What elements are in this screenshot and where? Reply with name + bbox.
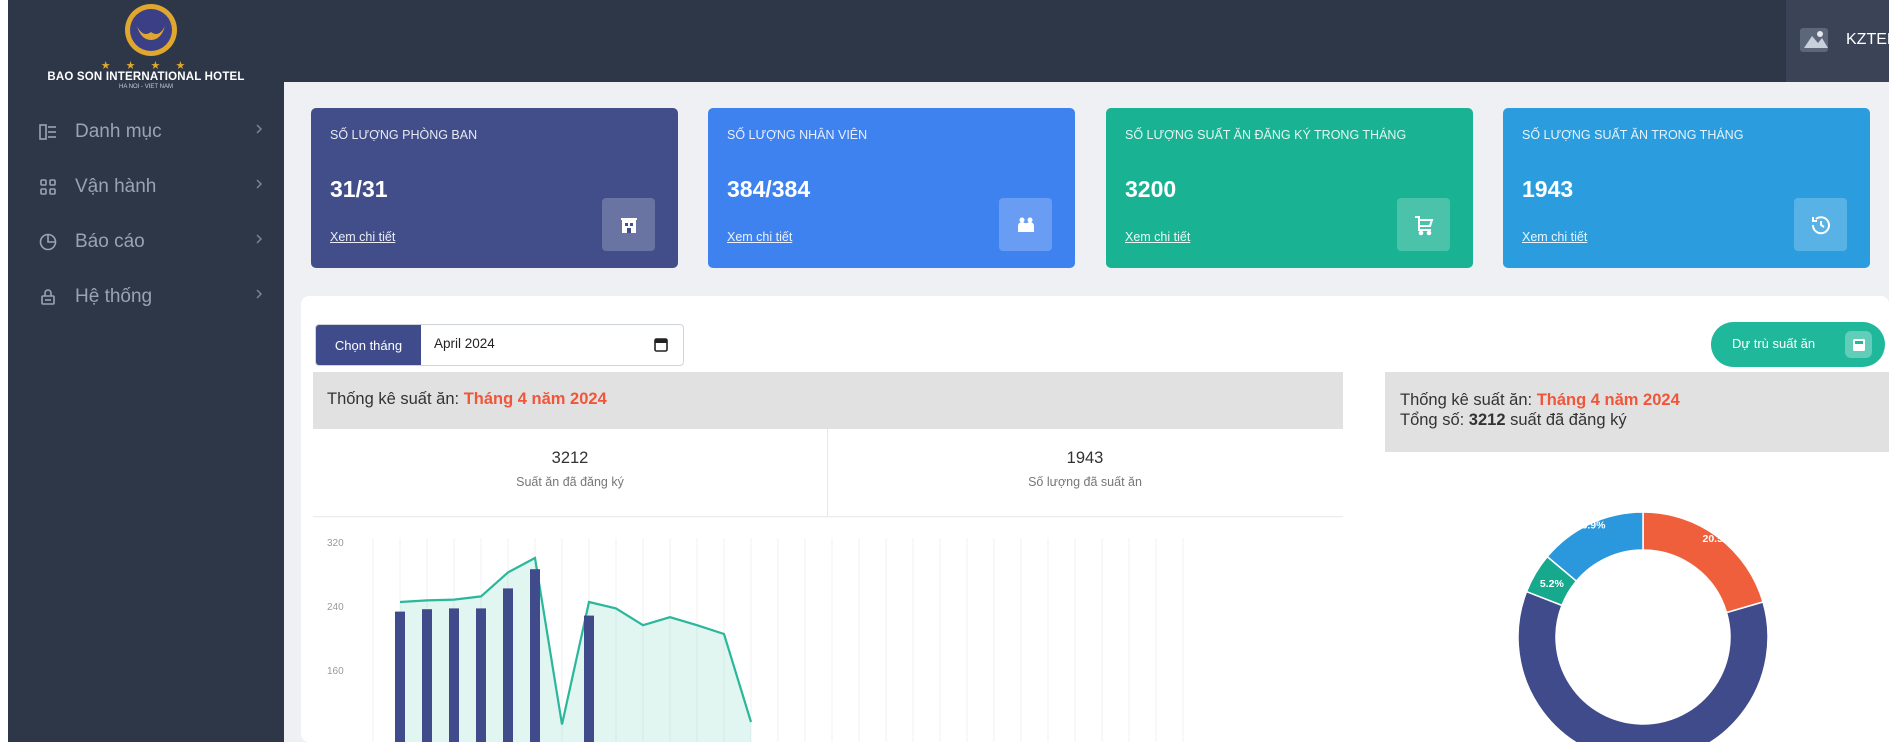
stats-title-month: Tháng 4 năm 2024 <box>463 390 607 408</box>
total-value: 3212 <box>1468 411 1506 429</box>
distribution-title-prefix: Thống kê suất ăn: <box>1400 391 1537 409</box>
report-panel: Chọn tháng April 2024 Dự trù suất ăn Thố… <box>301 296 1889 742</box>
bar <box>395 611 405 742</box>
sidebar: ★ ★ ★ ★ BAO SON INTERNATIONAL HOTEL HA N… <box>8 0 284 742</box>
top-bar: KZTEK <box>284 0 1889 82</box>
month-value[interactable]: April 2024 <box>434 336 495 351</box>
sidebar-menu: Danh mục Vận hành Báo cáo Hệ thống <box>8 104 284 324</box>
stats-header: Thống kê suất ăn: Tháng 4 năm 2024 <box>313 372 1343 429</box>
stats-title-prefix: Thống kê suất ăn: <box>327 390 464 408</box>
hotel-emblem-icon <box>125 4 177 56</box>
stats-summary: 3212 Suất ăn đã đăng ký 1943 Số lượng đã… <box>313 429 1343 517</box>
month-picker[interactable]: Chọn tháng April 2024 <box>315 324 684 366</box>
card-value: 384/384 <box>727 176 811 202</box>
card-value: 31/31 <box>330 176 388 202</box>
card-title: SỐ LƯỢNG SUẤT ĂN ĐĂNG KÝ TRONG THÁNG <box>1125 128 1407 142</box>
card-title: SỐ LƯỢNG SUẤT ĂN TRONG THÁNG <box>1522 128 1744 142</box>
sidebar-item-label: Báo cáo <box>75 230 145 252</box>
distribution-header: Thống kê suất ăn: Tháng 4 năm 2024 Tổng … <box>1385 372 1889 452</box>
view-details-link[interactable]: Xem chi tiết <box>1125 230 1190 244</box>
view-details-link[interactable]: Xem chi tiết <box>1522 230 1587 244</box>
sidebar-item-label: Danh mục <box>75 120 162 142</box>
card-served-meals: SỐ LƯỢNG SUẤT ĂN TRONG THÁNG 1943 Xem ch… <box>1503 108 1870 268</box>
card-title: SỐ LƯỢNG NHÂN VIÊN <box>727 128 868 142</box>
chevron-right-icon <box>256 289 263 299</box>
sidebar-item-label: Vận hành <box>75 175 157 197</box>
donut-chart-svg: 20.5%60.5%5.2%13.9% <box>1517 511 1769 742</box>
distribution-donut-chart: 20.5%60.5%5.2%13.9% <box>1385 452 1889 742</box>
distribution-total: Tổng số: 3212 suất đã đăng ký <box>1400 411 1627 430</box>
grid-icon <box>40 178 56 195</box>
bar <box>503 588 513 742</box>
slice-label: 13.9% <box>1576 520 1606 532</box>
y-tick-label: 240 <box>327 602 344 613</box>
slice-label: 5.2% <box>1540 578 1565 590</box>
logo-subtitle: HA NOI - VIET NAM <box>119 84 173 90</box>
sidebar-item-bao-cao[interactable]: Báo cáo <box>8 214 284 269</box>
card-departments: SỐ LƯỢNG PHÒNG BAN 31/31 Xem chi tiết <box>311 108 678 268</box>
people-icon <box>999 198 1052 251</box>
card-employees: SỐ LƯỢNG NHÂN VIÊN 384/384 Xem chi tiết <box>708 108 1075 268</box>
user-name: KZTEK <box>1846 31 1889 48</box>
registered-count: 3212 <box>551 449 589 467</box>
history-icon <box>1794 198 1847 251</box>
bar <box>449 608 459 742</box>
chevron-right-icon <box>256 234 263 244</box>
sidebar-item-van-hanh[interactable]: Vận hành <box>8 159 284 214</box>
pie-chart-icon <box>39 233 57 250</box>
bar <box>476 608 486 742</box>
save-icon <box>1845 331 1872 358</box>
slice-label: 20.5% <box>1702 533 1732 545</box>
bar <box>422 609 432 742</box>
card-value: 3200 <box>1125 176 1177 202</box>
month-picker-label: Chọn tháng <box>316 325 421 365</box>
cart-icon <box>1397 198 1450 251</box>
bar <box>530 569 540 742</box>
building-icon <box>602 198 655 251</box>
card-value: 1943 <box>1522 176 1574 202</box>
donut-slice <box>1517 590 1769 742</box>
reserve-meals-label: Dự trù suất ăn <box>1732 336 1816 351</box>
distribution-title-month: Tháng 4 năm 2024 <box>1536 391 1680 409</box>
avatar <box>1800 28 1828 52</box>
chevron-right-icon <box>256 179 263 189</box>
total-prefix: Tổng số: <box>1400 411 1469 429</box>
y-tick-label: 160 <box>327 666 344 677</box>
donut-slice <box>1642 511 1764 614</box>
card-registered-meals: SỐ LƯỢNG SUẤT ĂN ĐĂNG KÝ TRONG THÁNG 320… <box>1106 108 1473 268</box>
view-details-link[interactable]: Xem chi tiết <box>727 230 792 244</box>
chevron-right-icon <box>256 124 263 134</box>
y-tick-label: 320 <box>327 538 344 549</box>
reserve-meals-button[interactable]: Dự trù suất ăn <box>1711 322 1885 367</box>
calendar-icon[interactable] <box>654 337 668 352</box>
user-menu[interactable]: KZTEK <box>1786 0 1889 82</box>
bar <box>584 615 594 742</box>
registered-label: Suất ăn đã đăng ký <box>516 475 624 489</box>
registered-summary: 3212 Suất ăn đã đăng ký <box>313 429 827 517</box>
meal-stats-panel: Thống kê suất ăn: Tháng 4 năm 2024 3212 … <box>313 372 1343 742</box>
sidebar-item-label: Hệ thống <box>75 285 153 307</box>
served-label: Số lượng đã suất ăn <box>1028 475 1142 489</box>
logo-name: BAO SON INTERNATIONAL HOTEL <box>47 71 245 83</box>
stats-title: Thống kê suất ăn: Tháng 4 năm 2024 <box>327 390 607 409</box>
view-details-link[interactable]: Xem chi tiết <box>330 230 395 244</box>
sidebar-item-danh-muc[interactable]: Danh mục <box>8 104 284 159</box>
served-count: 1943 <box>1066 449 1104 467</box>
card-title: SỐ LƯỢNG PHÒNG BAN <box>330 128 478 142</box>
served-summary: 1943 Số lượng đã suất ăn <box>828 429 1342 517</box>
list-icon <box>39 123 56 140</box>
daily-meals-chart: 320 240 160 <box>313 518 1343 742</box>
meal-distribution-panel: Thống kê suất ăn: Tháng 4 năm 2024 Tổng … <box>1385 372 1889 742</box>
hotel-logo[interactable]: ★ ★ ★ ★ BAO SON INTERNATIONAL HOTEL HA N… <box>8 0 284 100</box>
lock-icon <box>41 288 55 305</box>
daily-meals-chart-svg: 320 240 160 <box>327 538 1184 742</box>
main-content: SỐ LƯỢNG PHÒNG BAN 31/31 Xem chi tiết SỐ… <box>284 82 1889 742</box>
sidebar-item-he-thong[interactable]: Hệ thống <box>8 269 284 324</box>
distribution-title: Thống kê suất ăn: Tháng 4 năm 2024 <box>1400 391 1680 410</box>
total-suffix: suất đã đăng ký <box>1505 411 1627 429</box>
app: ★ ★ ★ ★ BAO SON INTERNATIONAL HOTEL HA N… <box>0 0 1889 742</box>
